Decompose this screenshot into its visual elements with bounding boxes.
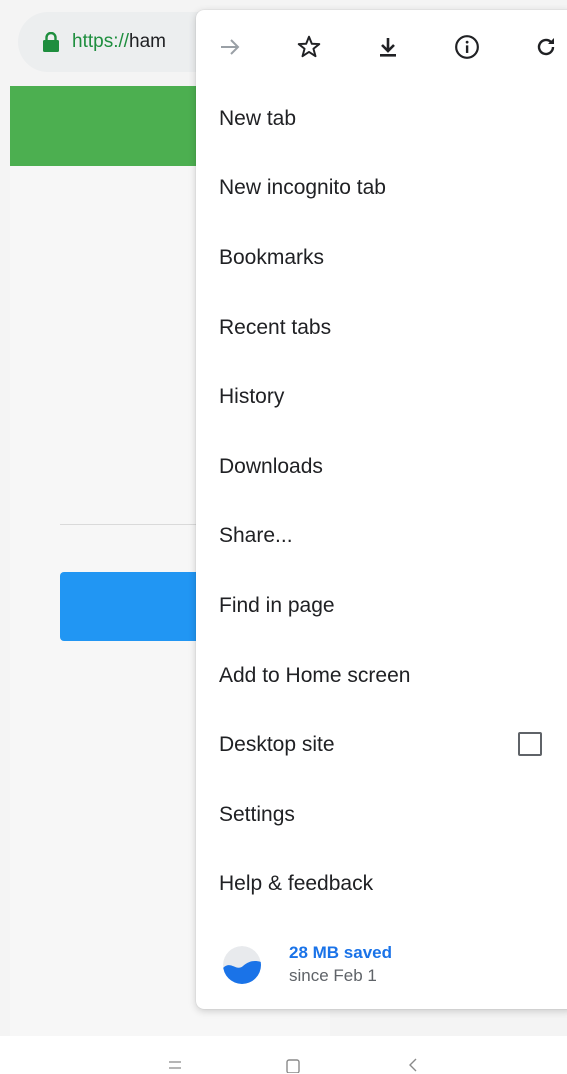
menu-item-label: History	[219, 385, 285, 409]
menu-toolbar	[196, 10, 567, 84]
menu-item-desktop-site[interactable]: Desktop site	[196, 710, 567, 780]
menu-item-help-feedback[interactable]: Help & feedback	[196, 850, 567, 920]
menu-item-label: Settings	[219, 802, 295, 826]
data-saved-since: since Feb 1	[289, 966, 377, 985]
url-host: ham	[129, 31, 166, 52]
menu-item-label: Share...	[219, 524, 293, 548]
menu-item-label: New incognito tab	[219, 176, 386, 200]
menu-item-label: New tab	[219, 106, 297, 130]
menu-item-history[interactable]: History	[196, 362, 567, 432]
menu-item-label: Add to Home screen	[219, 663, 411, 687]
menu-item-new-tab[interactable]: New tab	[196, 84, 567, 154]
menu-item-bookmarks[interactable]: Bookmarks	[196, 223, 567, 293]
data-saver-icon	[223, 946, 261, 984]
menu-item-label: Find in page	[219, 593, 335, 617]
menu-item-downloads[interactable]: Downloads	[196, 432, 567, 502]
home-icon[interactable]	[278, 1056, 308, 1074]
forward-arrow-icon[interactable]	[218, 34, 242, 60]
overflow-menu: New tab New incognito tab Bookmarks Rece…	[196, 10, 567, 1009]
menu-item-label: Help & feedback	[219, 872, 374, 896]
menu-item-add-to-home-screen[interactable]: Add to Home screen	[196, 641, 567, 711]
menu-item-share[interactable]: Share...	[196, 502, 567, 572]
menu-item-label: Desktop site	[219, 733, 335, 757]
menu-item-label: Recent tabs	[219, 315, 332, 339]
data-saved-amount: 28 MB saved	[289, 943, 392, 962]
system-nav-bar	[0, 1036, 567, 1074]
url-scheme: https://	[72, 31, 130, 52]
menu-item-label: Downloads	[219, 454, 323, 478]
back-icon[interactable]	[398, 1056, 428, 1074]
reload-icon[interactable]	[534, 34, 558, 60]
menu-item-find-in-page[interactable]: Find in page	[196, 571, 567, 641]
bookmark-star-icon[interactable]	[296, 34, 322, 60]
data-saver-text: 28 MB saved since Feb 1	[289, 942, 392, 988]
menu-items: New tab New incognito tab Bookmarks Rece…	[196, 84, 567, 919]
menu-item-new-incognito-tab[interactable]: New incognito tab	[196, 154, 567, 224]
info-icon[interactable]	[454, 34, 480, 60]
data-saver-summary[interactable]: 28 MB saved since Feb 1	[196, 930, 567, 1000]
recents-menu-icon[interactable]	[160, 1056, 190, 1074]
download-icon[interactable]	[376, 34, 400, 60]
menu-item-label: Bookmarks	[219, 245, 325, 269]
menu-item-recent-tabs[interactable]: Recent tabs	[196, 293, 567, 363]
desktop-site-checkbox[interactable]	[518, 732, 542, 757]
menu-item-settings[interactable]: Settings	[196, 780, 567, 850]
lock-icon	[43, 32, 59, 52]
